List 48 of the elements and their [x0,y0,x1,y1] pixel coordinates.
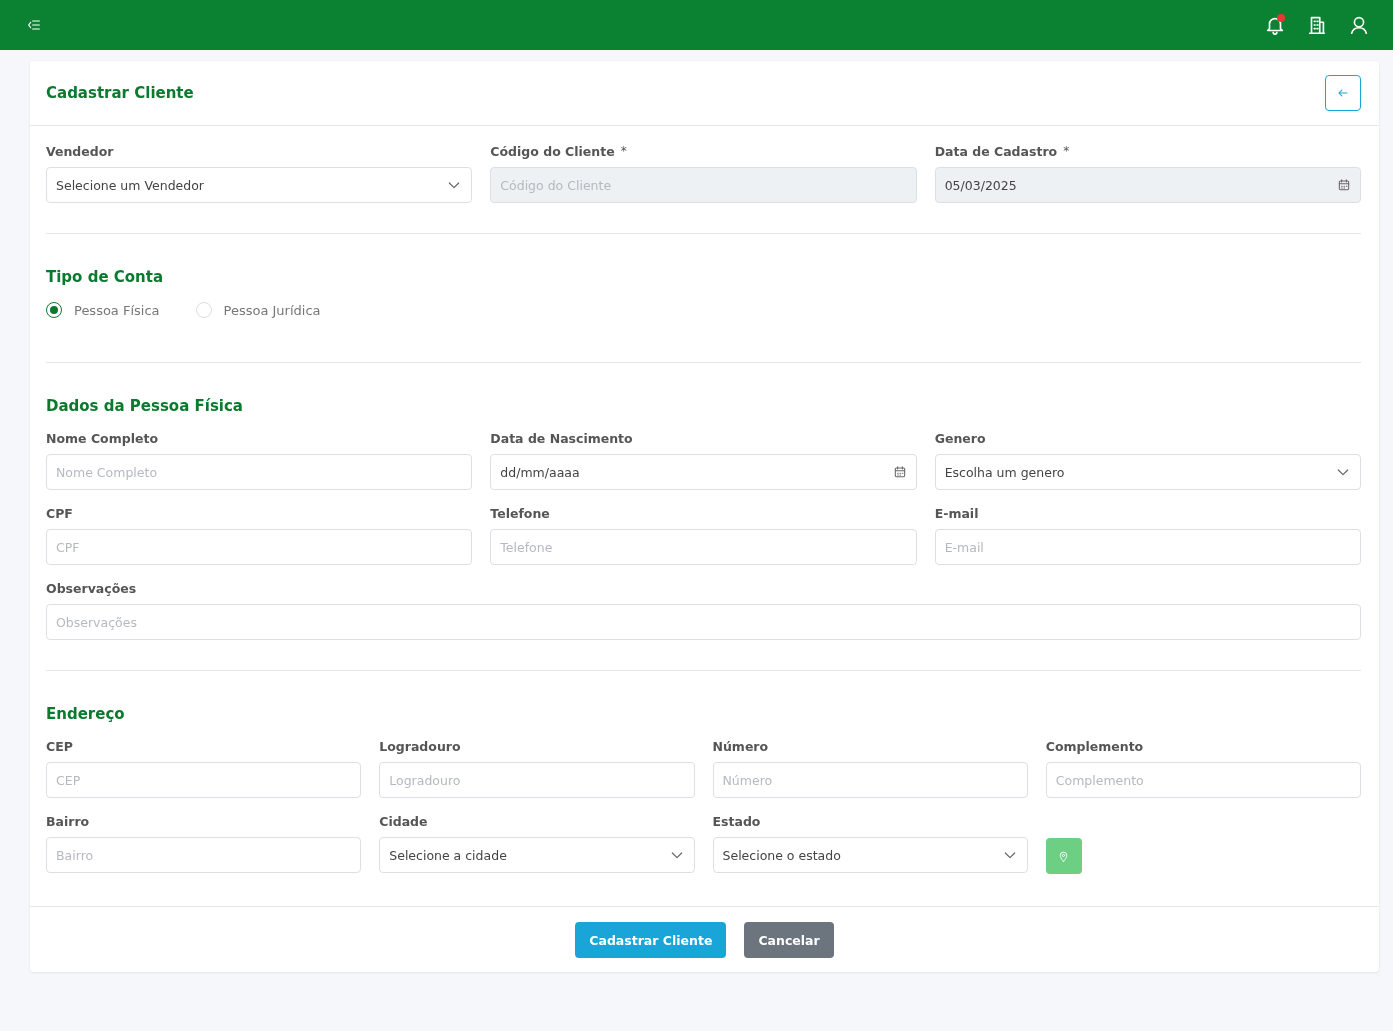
select-field[interactable]: Selecione a cidade [379,837,695,873]
field-label: Código do Cliente [490,144,615,159]
building-icon [1306,14,1328,36]
input-field[interactable]: Número [712,762,1028,798]
page-title: Cadastrar Cliente [46,84,194,102]
input-field[interactable]: CPF [46,529,473,565]
field-label: Data de Nascimento [490,431,633,446]
field-label: Vendedor [46,144,114,159]
input-field[interactable]: Logradouro [379,762,695,798]
input-field[interactable]: E-mail [934,529,1361,565]
calendar-icon [892,465,907,479]
back-button[interactable] [1325,75,1361,111]
field-label: Nome Completo [46,431,158,446]
field-label: E-mail [934,506,979,521]
required-mark: * [620,144,627,158]
select-field[interactable]: Selecione um Vendedor [46,167,473,203]
section-title: Dados da Pessoa Física [46,397,244,415]
field-label: Complemento [1045,739,1144,754]
field-label: CPF [46,506,73,521]
calendar-icon [1337,178,1351,192]
field-label: Data de Cadastro [934,144,1058,159]
select-field[interactable]: Selecione o estado [712,837,1028,873]
input-field[interactable]: CEP [46,762,362,798]
radio-option[interactable]: Pessoa Jurídica [195,302,321,318]
input-field[interactable]: Telefone [490,529,917,565]
input-field[interactable]: Complemento [1045,762,1361,798]
select-field[interactable]: Escolha um genero [934,454,1361,490]
radio-label: Pessoa Jurídica [223,302,321,318]
cancel-button[interactable]: Cancelar [744,922,834,958]
section-title: Tipo de Conta [46,268,165,286]
input-field[interactable]: Nome Completo [46,454,473,490]
field-label: CEP [46,739,73,754]
field-label: Logradouro [379,739,461,754]
field-label: Cidade [379,814,428,829]
field-label: Estado [712,814,761,829]
user-icon [1348,14,1370,36]
radio-label: Pessoa Física [74,302,160,318]
radio-option[interactable]: Pessoa Física [46,302,160,318]
field-label: Número [712,739,769,754]
field-label: Bairro [46,814,90,829]
input-field[interactable]: Bairro [46,837,362,873]
input-field[interactable]: Observações [46,604,1361,640]
field-label: Telefone [490,506,550,521]
required-mark: * [1063,144,1070,158]
section-title: Endereço [46,705,126,723]
field-label: Genero [934,431,986,446]
date-field[interactable]: dd/mm/aaaa [490,454,917,490]
field-label: Observações [46,581,137,596]
